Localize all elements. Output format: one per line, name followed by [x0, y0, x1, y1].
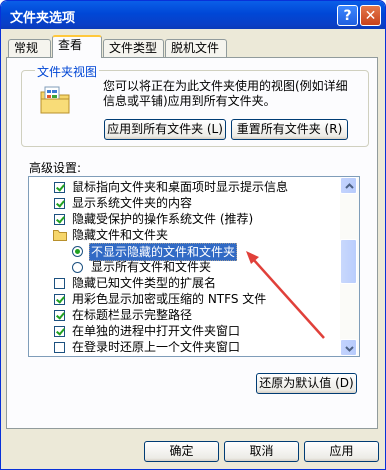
- checkbox[interactable]: [54, 310, 65, 321]
- help-button[interactable]: ?: [337, 5, 358, 26]
- scroll-down-button[interactable]: [340, 339, 357, 356]
- tab-view[interactable]: 查看: [52, 35, 102, 58]
- setting-label: 鼠标指向文件夹和桌面项时显示提示信息: [72, 180, 289, 194]
- checkbox[interactable]: [54, 182, 65, 193]
- checkbox[interactable]: [54, 278, 65, 289]
- tab-general[interactable]: 常规: [8, 39, 51, 57]
- checkbox[interactable]: [54, 214, 65, 225]
- description-line: 信息或平铺)应用到所有文件夹。: [103, 94, 276, 108]
- tab-file-types[interactable]: 文件类型: [103, 39, 164, 57]
- cancel-button[interactable]: 取消: [224, 441, 299, 462]
- setting-label: 隐藏文件和文件夹: [72, 228, 169, 242]
- setting-label: 在单独的进程中打开文件夹窗口: [72, 324, 241, 338]
- setting-label: 隐藏受保护的操作系统文件 (推荐): [72, 212, 254, 226]
- setting-label: 在登录时还原上一个文件夹窗口: [72, 340, 241, 354]
- folder-options-dialog: 文件夹选项 ? ✕ 常规 查看 文件类型 脱机文件 文件夹视图 您可以将正在为此…: [0, 0, 386, 470]
- folder-views-label: 文件夹视图: [35, 63, 100, 80]
- close-button[interactable]: ✕: [360, 5, 381, 26]
- checkbox[interactable]: [54, 326, 65, 337]
- apply-button[interactable]: 应用: [304, 441, 379, 462]
- chevron-up-icon: [345, 183, 354, 189]
- tab-label: 脱机文件: [171, 41, 220, 55]
- scrollbar-thumb[interactable]: [340, 239, 357, 284]
- tab-label: 常规: [14, 41, 39, 55]
- setting-label: 显示所有文件和文件夹: [91, 260, 212, 274]
- setting-label: 在标题栏显示完整路径: [72, 308, 193, 322]
- checkbox[interactable]: [54, 198, 65, 209]
- ok-button[interactable]: 确定: [144, 441, 219, 462]
- restore-defaults-button[interactable]: 还原为默认值 (D): [256, 373, 357, 394]
- checkbox[interactable]: [54, 342, 65, 353]
- tab-label: 查看: [58, 38, 83, 52]
- tab-label: 文件类型: [109, 41, 158, 55]
- vertical-scrollbar[interactable]: [340, 177, 359, 356]
- setting-label: 显示系统文件夹的内容: [72, 196, 193, 210]
- folder-views-description: 您可以将正在为此文件夹使用的视图(例如详细 信息或平铺)应用到所有文件夹。: [103, 79, 365, 109]
- setting-label: 隐藏已知文件类型的扩展名: [72, 276, 217, 290]
- description-line: 您可以将正在为此文件夹使用的视图(例如详细: [103, 79, 348, 93]
- folder-views-icon: [40, 86, 70, 114]
- radio-button[interactable]: [72, 262, 83, 273]
- advanced-settings-label: 高级设置:: [29, 161, 82, 175]
- title-bar[interactable]: 文件夹选项 ? ✕: [1, 1, 385, 29]
- chevron-down-icon: [345, 346, 354, 352]
- setting-label: 用彩色显示加密或压缩的 NTFS 文件: [72, 292, 267, 306]
- reset-all-folders-button[interactable]: 重置所有文件夹 (R): [231, 119, 348, 140]
- tab-offline-files[interactable]: 脱机文件: [165, 39, 227, 57]
- scroll-up-button[interactable]: [340, 177, 357, 194]
- window-title: 文件夹选项: [10, 11, 76, 26]
- advanced-settings-list[interactable]: 鼠标指向文件夹和桌面项时显示提示信息 显示系统文件夹的内容 隐藏受保护的操作系统…: [28, 176, 360, 357]
- folder-icon: [53, 230, 67, 241]
- apply-to-all-folders-button[interactable]: 应用到所有文件夹 (L): [104, 119, 226, 140]
- checkbox[interactable]: [54, 294, 65, 305]
- radio-button[interactable]: [72, 246, 83, 257]
